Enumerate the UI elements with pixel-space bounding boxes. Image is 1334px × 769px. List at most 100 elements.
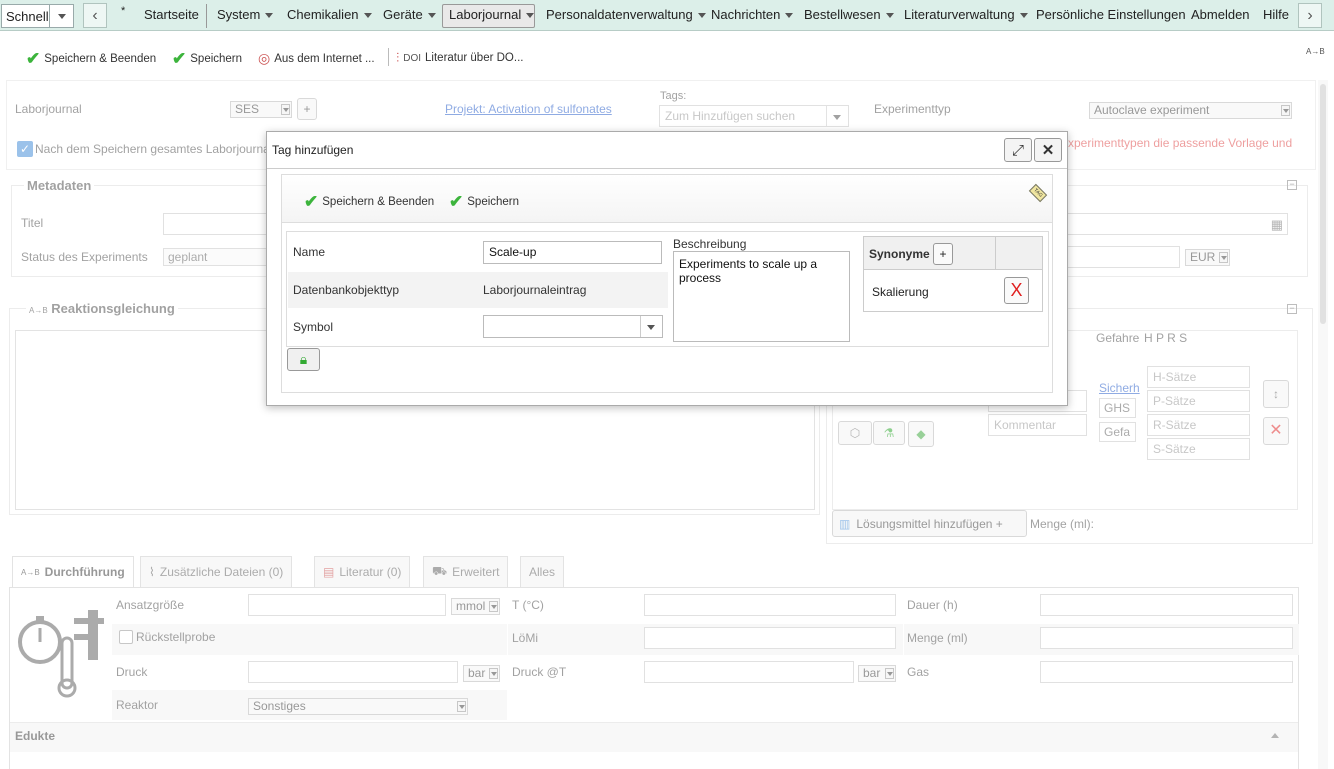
main-menubar: Schnell ‹ * Startseite System Chemikalie… (0, 0, 1334, 31)
experimenttyp-select[interactable]: Autoclave experiment (1089, 102, 1292, 119)
chemical-icon[interactable]: ◆ (908, 421, 934, 447)
collapse-metadaten-icon[interactable]: − (1287, 180, 1297, 190)
ghs-field[interactable]: GHS (1099, 398, 1136, 418)
date-input[interactable]: ▦ (1066, 213, 1288, 235)
chevron-down-icon (489, 601, 498, 612)
menu-persoenliche-einstellungen[interactable]: Persönliche Einstellungen (1036, 7, 1186, 22)
tab-alles[interactable]: Alles (520, 556, 565, 587)
dialog-titlebar[interactable]: Tag hinzufügen ⤢ ✕ (267, 132, 1067, 169)
lock-icon[interactable]: 🔒︎ (287, 348, 320, 371)
menu-nachrichten[interactable]: Nachrichten (711, 7, 794, 22)
druck-at-input[interactable] (644, 661, 854, 683)
rueckstellprobe-checkbox[interactable] (119, 630, 133, 644)
currency-select[interactable]: EUR (1185, 249, 1230, 266)
menu-scroll-right-icon[interactable]: › (1298, 3, 1322, 28)
project-link[interactable]: Projekt: Activation of sulfonates (445, 102, 612, 116)
menu-literaturverwaltung[interactable]: Literaturverwaltung (904, 7, 1028, 22)
menu-startseite[interactable]: Startseite (144, 7, 199, 22)
druck-label: Druck (116, 665, 148, 679)
titel-input[interactable] (163, 213, 273, 235)
add-solvent-button[interactable]: ▥ Lösungsmittel hinzufügen + (832, 510, 1027, 537)
page-scrollbar-thumb[interactable] (1320, 84, 1326, 324)
druck-at-unit-select[interactable]: bar (858, 665, 896, 682)
symbol-label: Symbol (293, 320, 334, 334)
menu-personaldatenverwaltung[interactable]: Personaldatenverwaltung (546, 7, 706, 22)
chevron-down-icon (1019, 13, 1028, 19)
doi-badge: DOI (403, 52, 422, 64)
close-icon[interactable]: ✕ (1034, 138, 1062, 162)
kommentar-input[interactable]: Kommentar (988, 414, 1087, 436)
reaktor-select[interactable]: Sonstiges (248, 698, 468, 715)
loemi-input[interactable] (644, 627, 896, 649)
check-icon: ✔ (172, 49, 187, 68)
add-laborjournal-button[interactable]: + (297, 98, 317, 120)
collapse-reaction-icon[interactable]: − (1287, 304, 1297, 314)
tab-durchfuehrung[interactable]: A→B Durchführung (12, 556, 134, 587)
chevron-down-icon[interactable] (49, 5, 73, 27)
calendar-icon[interactable]: ▦ (1271, 217, 1283, 233)
r-saetze-input[interactable]: R-Sätze (1147, 414, 1250, 436)
menu-system[interactable]: System (217, 7, 274, 22)
dialog-save-button[interactable]: ✔ Speichern (449, 193, 519, 210)
tab-zusaetzliche-dateien[interactable]: ⌇ Zusätzliche Dateien (0) (140, 556, 293, 587)
save-button[interactable]: ✔ Speichern (172, 50, 242, 67)
remove-reagent-icon[interactable]: ✕ (1263, 417, 1289, 445)
symbol-select[interactable] (483, 315, 663, 338)
literature-doi-button[interactable]: ⫶ DOI Literatur über DO... (396, 50, 523, 66)
after-save-checkbox[interactable]: ✓ (17, 141, 33, 157)
chevron-down-icon (785, 13, 794, 19)
beschreibung-textarea[interactable]: Experiments to scale up a process (673, 251, 850, 342)
quick-select[interactable]: Schnell (1, 4, 74, 28)
reaction-prefix: A→B (29, 306, 48, 315)
price-input[interactable] (1066, 246, 1180, 268)
gefa-field[interactable]: Gefa (1099, 422, 1136, 442)
tab-erweitert-label: Erweitert (452, 565, 500, 579)
menu-chemikalien[interactable]: Chemikalien (287, 7, 372, 22)
temperature-input[interactable] (644, 594, 896, 616)
name-input[interactable]: Scale-up (483, 241, 662, 264)
menu-scroll-left-icon[interactable]: ‹ (83, 3, 107, 28)
chevron-down-icon (826, 106, 848, 126)
laborjournal-select[interactable]: SES (230, 101, 292, 118)
stopwatch-caliper-icon (16, 608, 106, 698)
menu-star[interactable]: * (121, 5, 125, 17)
menu-bestellwesen[interactable]: Bestellwesen (804, 7, 894, 22)
ansatz-unit-select[interactable]: mmol (451, 598, 500, 615)
ansatzgroesse-input[interactable] (248, 594, 446, 616)
save-close-button[interactable]: ✔ Speichern & Beenden (26, 50, 156, 67)
gas-input[interactable] (1040, 661, 1293, 683)
tags-search-input[interactable]: Zum Hinzufügen suchen (659, 105, 849, 127)
menu-personal-label: Personaldatenverwaltung (546, 7, 693, 22)
menu-geraete[interactable]: Geräte (383, 7, 436, 22)
remove-synonym-button[interactable]: X (1004, 277, 1029, 304)
experimenttyp-value: Autoclave experiment (1094, 103, 1210, 117)
menu-abmelden[interactable]: Abmelden (1191, 7, 1250, 22)
status-select[interactable]: geplant (163, 248, 273, 266)
tab-erweitert[interactable]: ⛟ Erweitert (423, 556, 509, 587)
tab-literatur[interactable]: ▤ Literatur (0) (314, 556, 411, 587)
dialog-save-close-button[interactable]: ✔ Speichern & Beenden (304, 193, 434, 210)
flask-icon[interactable]: ⚗ (873, 421, 905, 445)
dbtype-label: Datenbankobjekttyp (293, 283, 400, 297)
dauer-input[interactable] (1040, 594, 1293, 616)
sort-reagent-icon[interactable]: ↕ (1263, 380, 1289, 408)
p-saetze-input[interactable]: P-Sätze (1147, 390, 1250, 412)
edukte-header[interactable] (10, 722, 1298, 752)
maximize-icon[interactable]: ⤢ (1004, 138, 1032, 162)
s-saetze-input[interactable]: S-Sätze (1147, 438, 1250, 460)
add-synonym-button[interactable]: + (933, 243, 953, 265)
druck-unit-value: bar (468, 666, 486, 680)
druck-unit-select[interactable]: bar (463, 665, 500, 682)
molecule-icon[interactable]: ⬡ (838, 421, 872, 445)
page-scrollbar[interactable] (1318, 80, 1328, 769)
menu-hilfe[interactable]: Hilfe (1263, 7, 1289, 22)
druck-input[interactable] (248, 661, 458, 683)
menge-input[interactable] (1040, 627, 1293, 649)
menu-laborjournal[interactable]: Laborjournal (449, 7, 535, 22)
metadaten-title: Metadaten (24, 178, 95, 193)
menge-label: Menge (ml) (907, 631, 968, 645)
from-internet-button[interactable]: ◎ Aus dem Internet ... (258, 50, 375, 67)
collapse-edukte-icon[interactable] (1271, 733, 1279, 738)
h-saetze-input[interactable]: H-Sätze (1147, 366, 1250, 388)
safety-link[interactable]: Sicherh (1099, 381, 1140, 395)
